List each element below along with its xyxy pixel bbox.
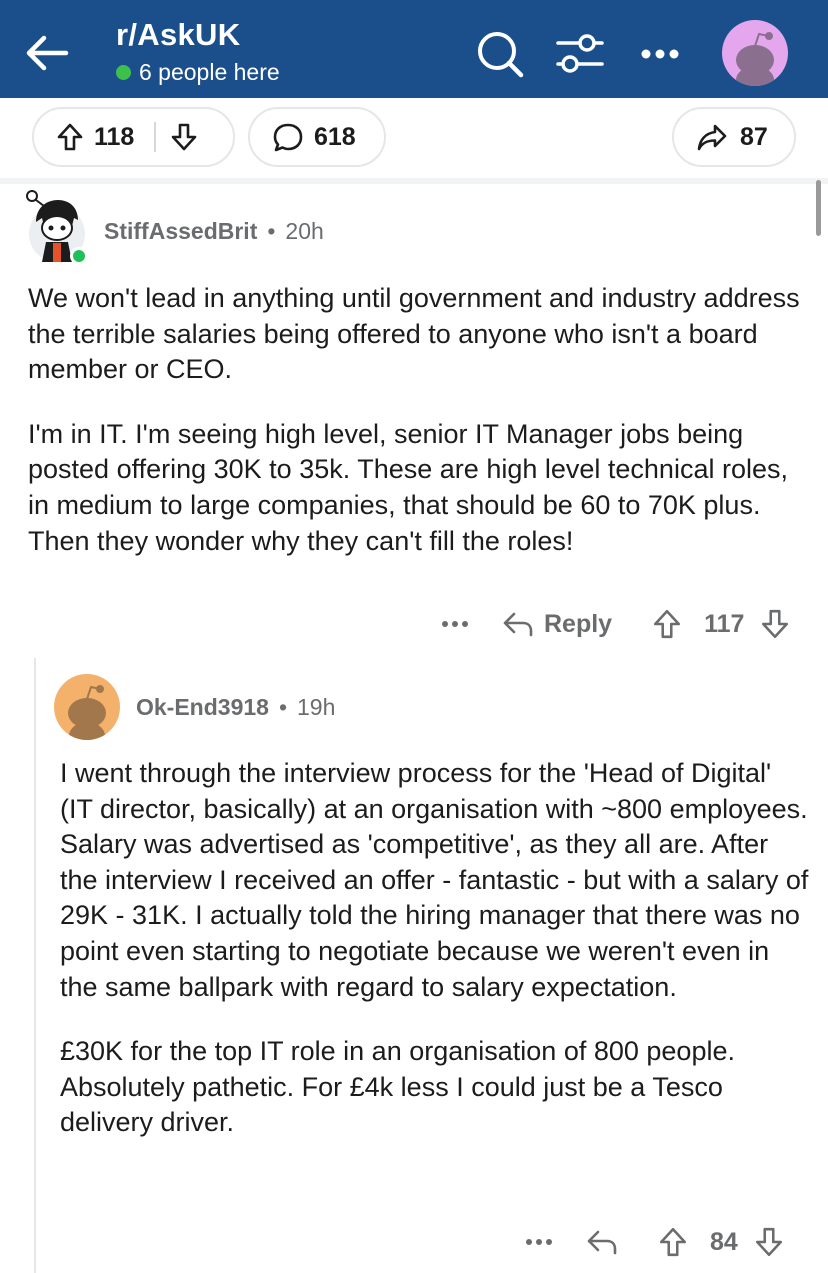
more-icon[interactable] [440, 619, 470, 629]
online-status-dot [70, 247, 88, 265]
comment-paragraph: £30K for the top IT role in an organisat… [60, 1036, 735, 1138]
share-button[interactable]: 87 [672, 107, 796, 167]
comment-body: I went through the interview process for… [60, 756, 810, 1141]
comment-username[interactable]: StiffAssedBrit [104, 218, 257, 245]
online-text: 6 people here [139, 59, 280, 85]
reply-label: Reply [544, 609, 613, 638]
more-icon[interactable] [524, 1237, 554, 1247]
snoo-avatar-icon [26, 190, 88, 265]
more-icon[interactable] [634, 28, 686, 80]
downvote-icon[interactable] [754, 1226, 784, 1258]
downvote-icon[interactable] [760, 608, 790, 640]
snoo-avatar-icon [736, 32, 774, 86]
back-arrow-icon[interactable] [22, 28, 72, 78]
comment-paragraph: I went through the interview process for… [60, 758, 809, 1002]
upvote-icon[interactable] [652, 608, 682, 640]
scrollbar[interactable] [816, 180, 821, 236]
comment-age: 20h [285, 218, 324, 244]
reply-icon[interactable] [586, 1228, 618, 1256]
upvote-icon[interactable] [658, 1226, 688, 1258]
reply-button[interactable]: Reply [502, 610, 612, 639]
search-icon[interactable] [474, 28, 526, 80]
comment-meta: StiffAssedBrit • 20h [104, 218, 324, 245]
comment-paragraph: We won't lead in anything until governme… [28, 283, 800, 385]
comment-age: 19h [297, 694, 336, 720]
commenter-avatar[interactable] [22, 188, 92, 265]
comment-username[interactable]: Ok-End3918 [136, 694, 269, 721]
comment-actions: 84 [524, 1222, 784, 1262]
comments-button[interactable]: 618 [248, 107, 386, 167]
thread-line[interactable] [34, 658, 36, 1273]
section-divider [0, 178, 828, 184]
downvote-icon[interactable] [170, 122, 198, 152]
comment-count: 618 [314, 122, 356, 151]
top-bar: r/AskUK 6 people here [0, 0, 828, 98]
subreddit-title[interactable]: r/AskUK [116, 17, 240, 53]
post-action-bar: 118 618 87 [0, 98, 828, 180]
commenter-avatar[interactable] [54, 674, 120, 740]
post-score: 118 [94, 122, 135, 151]
vote-separator [154, 122, 157, 152]
snoo-avatar-icon [68, 685, 106, 740]
vote-pill: 118 [32, 107, 235, 167]
share-icon [697, 124, 727, 151]
filter-icon[interactable] [554, 28, 606, 80]
online-dot-icon [116, 65, 131, 80]
reply-icon [503, 612, 533, 637]
comment-bubble-icon [273, 123, 303, 152]
comment-actions: Reply 117 [440, 604, 790, 644]
comment-paragraph: I'm in IT. I'm seeing high level, senior… [28, 418, 788, 556]
user-avatar[interactable] [722, 20, 788, 86]
comment-body: We won't lead in anything until governme… [28, 281, 808, 559]
upvote-icon[interactable] [56, 122, 84, 152]
comment-score: 117 [704, 609, 745, 638]
online-count: 6 people here [116, 59, 280, 86]
share-count: 87 [740, 122, 768, 151]
meta-separator: • [267, 218, 276, 244]
meta-separator: • [278, 694, 288, 720]
comment-meta: Ok-End3918 • 19h [136, 694, 335, 721]
comment-score: 84 [710, 1227, 738, 1256]
